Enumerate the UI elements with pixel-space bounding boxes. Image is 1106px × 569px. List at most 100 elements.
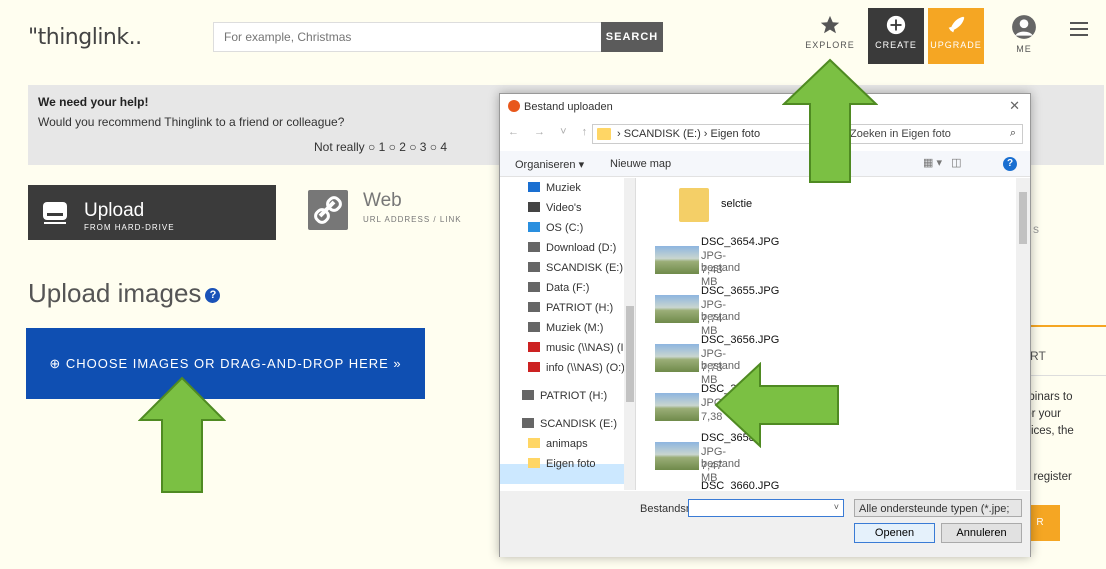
open-button[interactable]: Openen: [854, 523, 935, 543]
tab-upload-label: Upload: [84, 200, 145, 221]
tab-web-link[interactable]: Web URL ADDRESS / LINK: [308, 190, 498, 240]
help-icon[interactable]: ?: [1003, 157, 1017, 171]
nav-pane-item[interactable]: Eigen foto: [528, 458, 596, 478]
folder-icon: [528, 438, 540, 448]
close-icon[interactable]: ✕: [1009, 98, 1020, 114]
arrow-left-annotation: [714, 362, 839, 448]
avatar-icon: [1012, 15, 1036, 39]
nav-pane-label: music (\\NAS) (I: [546, 342, 624, 354]
image-thumbnail: [655, 442, 699, 470]
arrow-up-annotation: [782, 58, 878, 183]
nav-pane-item[interactable]: Data (F:): [528, 282, 589, 302]
filename-input[interactable]: ˅: [688, 499, 844, 517]
nav-create[interactable]: CREATE: [868, 8, 924, 64]
nav-upgrade[interactable]: UPGRADE: [928, 8, 984, 64]
plus-circle-icon: [886, 15, 906, 35]
nav-pane-item[interactable]: OS (C:): [528, 222, 583, 242]
view-options-icon[interactable]: ▦ ▾ ◫: [923, 156, 962, 169]
drive-icon: [528, 302, 540, 312]
tab-upload-hard-drive[interactable]: Upload FROM HARD-DRIVE: [28, 185, 276, 240]
tab-upload-sublabel: FROM HARD-DRIVE: [84, 223, 175, 232]
nav-pane-label: OS (C:): [546, 222, 584, 234]
nav-scrollbar[interactable]: [624, 178, 635, 490]
nav-pane-label: info (\\NAS) (O:): [546, 362, 625, 374]
nav-pane-label: Muziek: [546, 182, 581, 194]
dialog-title-text: Bestand uploaden: [524, 101, 613, 113]
filetype-select[interactable]: Alle ondersteunde typen (*.jpe;: [854, 499, 1022, 517]
nav-me[interactable]: ME: [996, 8, 1052, 64]
link-icon: [308, 190, 348, 230]
nav-pane-item[interactable]: animaps: [528, 438, 588, 458]
nav-pane-item[interactable]: Download (D:): [528, 242, 616, 262]
file-scrollbar[interactable]: [1016, 178, 1030, 490]
nav-pane-item[interactable]: SCANDISK (E:): [522, 418, 617, 438]
file-upload-dialog: Bestand uploaden ✕ ← → ˅ ↑ › SCANDISK (E…: [499, 93, 1031, 557]
nav-pane-label: SCANDISK (E:): [540, 418, 618, 430]
nav-pane-label: PATRIOT (H:): [540, 390, 608, 402]
search-input[interactable]: [214, 23, 601, 51]
page-title-text: Upload images: [28, 278, 202, 308]
nav-pane-item[interactable]: PATRIOT (H:): [522, 390, 607, 410]
file-name: DSC_3656.JPG: [701, 334, 780, 346]
tab-web-sublabel: URL ADDRESS / LINK: [363, 215, 462, 224]
image-thumbnail: [655, 295, 699, 323]
dialog-title: Bestand uploaden: [508, 100, 613, 113]
file-name: selctie: [721, 198, 753, 210]
organize-button[interactable]: Organiseren ▾: [515, 158, 584, 171]
page-title: Upload images?: [28, 278, 221, 309]
nav-me-label: ME: [1016, 44, 1032, 54]
drive-icon: [528, 262, 540, 272]
nav-pane-label: Data (F:): [546, 282, 590, 294]
nav-pane-label: Video's: [546, 202, 582, 214]
drive-icon: [528, 242, 540, 252]
nav-upgrade-label: UPGRADE: [930, 40, 982, 50]
breadcrumb-drive[interactable]: SCANDISK (E:): [624, 128, 701, 140]
nav-pane-label: PATRIOT (H:): [546, 302, 614, 314]
nav-pane-label: SCANDISK (E:): [546, 262, 624, 274]
logo[interactable]: "thinglink..: [28, 25, 142, 50]
nav-pane-item[interactable]: music (\\NAS) (I: [528, 342, 624, 362]
nav-pane-item[interactable]: info (\\NAS) (O:): [528, 362, 625, 382]
drive-icon: [522, 390, 534, 400]
video-icon: [528, 202, 540, 212]
network-drive-icon: [528, 362, 540, 372]
file-name: DSC_3655.JPG: [701, 285, 780, 297]
nav-pane-item[interactable]: Muziek (M:): [528, 322, 603, 342]
nav-pane-label: animaps: [546, 438, 588, 450]
nav-pane-label: Download (D:): [546, 242, 617, 254]
nav-pane-item[interactable]: PATRIOT (H:): [528, 302, 613, 322]
rocket-icon: [948, 16, 965, 33]
top-bar: "thinglink.. SEARCH EXPLORE CREATE UPGRA…: [0, 0, 1106, 70]
nav-explore[interactable]: EXPLORE: [802, 8, 858, 64]
hamburger-menu-icon[interactable]: [1070, 22, 1088, 36]
folder-icon: [528, 458, 540, 468]
firefox-icon: [508, 100, 520, 112]
nav-pane-label: Muziek (M:): [546, 322, 604, 334]
search-button[interactable]: SEARCH: [601, 22, 663, 52]
dialog-footer: Bestandsnaam: ˅ Alle ondersteunde typen …: [500, 491, 1030, 557]
nav-pane-item[interactable]: Video's: [528, 202, 582, 222]
nav-arrows-icon[interactable]: ← → ˅ ↑: [508, 126, 593, 138]
search-icon: ⌕: [1009, 127, 1016, 139]
help-icon[interactable]: ?: [205, 287, 221, 303]
breadcrumb-folder[interactable]: Eigen foto: [711, 128, 761, 140]
network-drive-icon: [528, 342, 540, 352]
drive-icon: [522, 418, 534, 428]
dialog-toolbar: Organiseren ▾ Nieuwe map ▦ ▾ ◫ ?: [500, 151, 1030, 177]
file-name: DSC_3654.JPG: [701, 236, 780, 248]
folder-icon: [679, 188, 709, 222]
navigation-pane: Muziek Video's OS (C:) Download (D:) SCANDIS…: [500, 178, 636, 490]
drive-icon: [528, 282, 540, 292]
hard-drive-icon: [43, 202, 67, 224]
new-folder-button[interactable]: Nieuwe map: [610, 158, 671, 170]
drive-icon: [528, 322, 540, 332]
feedback-scale[interactable]: Not really ○ 1 ○ 2 ○ 3 ○ 4: [314, 140, 447, 154]
folder-icon: [597, 128, 611, 140]
cancel-button[interactable]: Annuleren: [941, 523, 1022, 543]
nav-pane-item[interactable]: Muziek: [528, 182, 581, 202]
nav-pane-label: Eigen foto: [546, 458, 596, 470]
nav-create-label: CREATE: [875, 40, 917, 50]
chevron-down-icon[interactable]: ˅: [834, 502, 839, 512]
image-thumbnail: [655, 246, 699, 274]
nav-pane-item[interactable]: SCANDISK (E:): [528, 262, 623, 282]
